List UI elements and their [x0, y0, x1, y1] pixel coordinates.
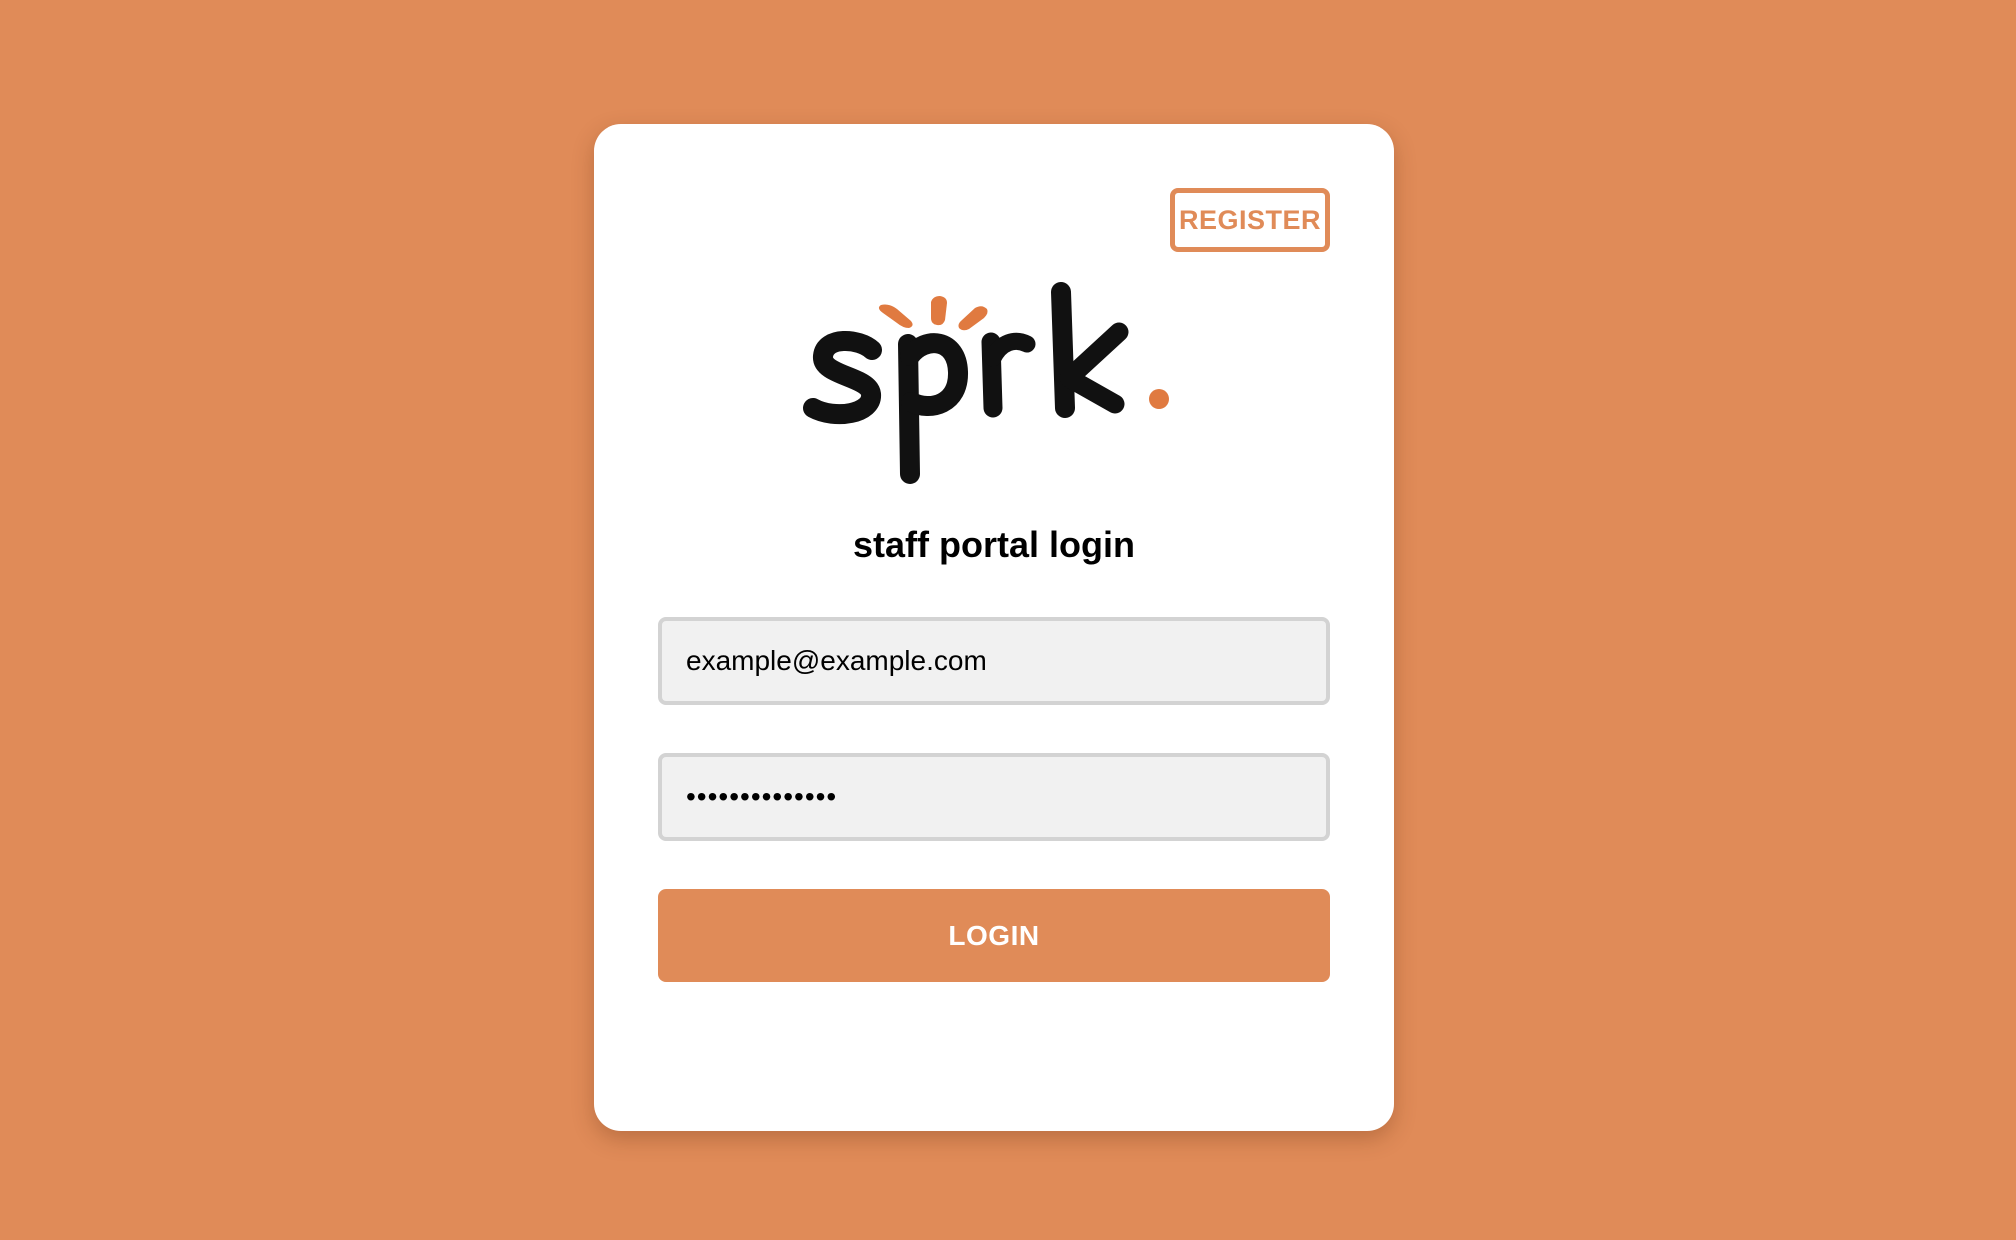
sprk-logo [799, 278, 1179, 488]
register-button[interactable]: REGISTER [1170, 188, 1330, 252]
spark-rays-icon [878, 296, 988, 331]
logo-dot-icon [1149, 389, 1169, 409]
login-card: REGISTER staff portal login LO [594, 124, 1394, 1131]
password-field[interactable] [658, 753, 1330, 841]
login-button[interactable]: LOGIN [658, 889, 1330, 982]
login-title: staff portal login [853, 524, 1135, 565]
email-field[interactable] [658, 617, 1330, 705]
